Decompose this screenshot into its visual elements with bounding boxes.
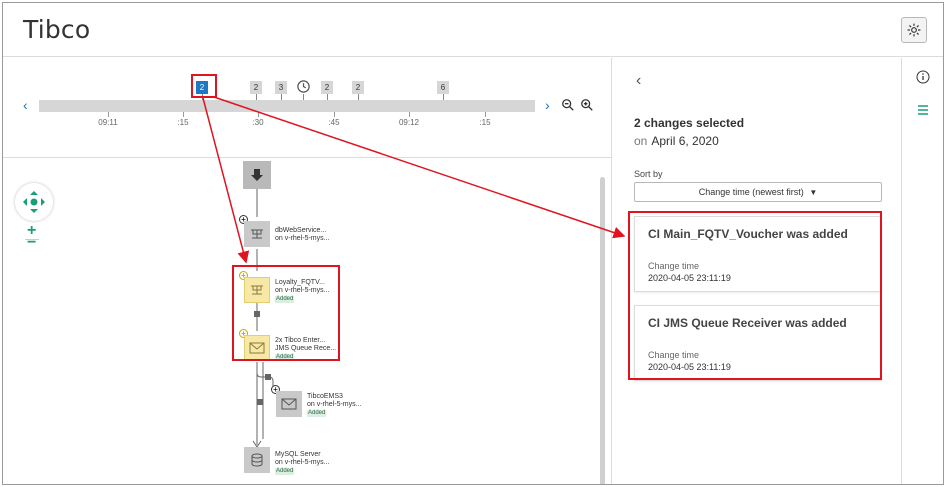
timeline-next-button[interactable]: › [545, 97, 550, 113]
caret-down-icon: ▼ [809, 188, 818, 197]
timeline-tick [409, 112, 410, 117]
node-host: JMS Queue Rece... [275, 345, 337, 352]
header: Tibco [3, 3, 943, 57]
changes-detail-panel: ‹ 2 changes selected on April 6, 2020 Sor… [611, 58, 901, 484]
topology-panel: ‹ › 09:11 :15 :30 :45 09:12 :15 2 2 3 2 … [3, 58, 611, 484]
node-name: MySQL Server [275, 451, 321, 458]
side-rail [901, 58, 943, 484]
sort-value: Change time (newest first) [698, 187, 804, 197]
envelope-icon [249, 342, 265, 354]
timeline-marker[interactable]: 2 [250, 81, 262, 94]
graph-node-loyalty-fqtv[interactable] [244, 277, 270, 303]
timeline-marker-stem [303, 94, 304, 100]
zoom-in-icon[interactable] [580, 98, 594, 112]
change-card[interactable]: CI JMS Queue Receiver was added Change t… [634, 305, 882, 381]
timeline-tick [108, 112, 109, 117]
node-label: TibcoEMS3 on v-rhel-5-mys... Added [307, 393, 361, 417]
graph-edges [252, 189, 274, 448]
timeline-marker-stem [358, 94, 359, 100]
timeline-tick-label: :45 [328, 118, 340, 127]
timeline-tick-label: 09:11 [98, 118, 118, 127]
timeline-tick-label: :15 [177, 118, 189, 127]
change-time-value: 2020-04-05 23:11:19 [648, 362, 731, 372]
info-icon[interactable] [916, 70, 930, 84]
selection-date: on April 6, 2020 [634, 134, 719, 148]
list-icon[interactable] [917, 105, 929, 115]
chevron-left-icon[interactable]: ‹ [636, 72, 641, 90]
timeline-tick [485, 112, 486, 117]
timeline-tick-label: 09:12 [398, 118, 420, 127]
selection-title: 2 changes selected [634, 116, 745, 130]
app-window: Tibco ‹ › 09:11 :15 :30 :45 09:12:15 2 … [2, 2, 944, 485]
topology-graph[interactable]: + − + dbWebService... on v-rhel-5-mys...… [3, 159, 611, 484]
node-host: on v-rhel-5-mys... [275, 459, 330, 466]
sort-label: Sort by [634, 169, 663, 179]
node-name: TibcoEMS3 [307, 393, 343, 400]
change-time-label: Change time [648, 261, 700, 271]
graph-node-mysql[interactable] [244, 447, 270, 473]
page-title: Tibco [23, 15, 91, 44]
timeline-marker-stem [327, 94, 328, 100]
node-name: Loyalty_FQTV... [275, 279, 325, 286]
timeline-marker-stem [202, 94, 203, 100]
timeline-marker-stem [281, 94, 282, 100]
graph-root-node[interactable] [243, 161, 271, 189]
graph-node-dbwebservice[interactable] [244, 221, 270, 247]
graph-node-tibcoems3[interactable] [276, 391, 302, 417]
added-badge: Added [307, 410, 327, 417]
graph-node-tibco-enterprise[interactable] [244, 335, 270, 361]
timeline-marker[interactable]: 2 [352, 81, 364, 94]
timeline-marker[interactable]: 2 [321, 81, 333, 94]
date-value: April 6, 2020 [651, 134, 719, 148]
timeline-tick-label: :30 [252, 118, 264, 127]
date-prefix: on [634, 134, 648, 148]
node-label: 2x Tibco Enter... JMS Queue Rece... Adde… [275, 337, 336, 361]
change-time-label: Change time [648, 350, 700, 360]
change-card[interactable]: CI Main_FQTV_Voucher was added Change ti… [634, 216, 882, 292]
timeline-tick [334, 112, 335, 117]
node-name: dbWebService... [275, 227, 327, 234]
timeline-tick [183, 112, 184, 117]
timeline-bar[interactable] [39, 100, 535, 112]
timeline-tick-label: :15 [479, 118, 491, 127]
timeline-tick [258, 112, 259, 117]
added-badge: Added [275, 296, 295, 303]
node-name: 2x Tibco Enter... [275, 337, 326, 344]
settings-button[interactable] [901, 17, 927, 43]
zoom-out-icon[interactable] [561, 98, 575, 112]
timeline-marker-stem [256, 94, 257, 100]
down-arrow-icon [251, 169, 263, 181]
added-badge: Added [275, 354, 295, 361]
node-host: on v-rhel-5-mys... [275, 287, 330, 294]
sort-dropdown[interactable]: Change time (newest first) ▼ [634, 182, 882, 202]
timeline-marker-selected[interactable]: 2 [196, 81, 208, 94]
change-time-value: 2020-04-05 23:11:19 [648, 273, 731, 283]
node-label: dbWebService... on v-rhel-5-mys... [275, 227, 329, 243]
timeline-marker[interactable]: 6 [437, 81, 449, 94]
timeline-marker-stem [443, 94, 444, 100]
change-title: CI JMS Queue Receiver was added [648, 316, 847, 330]
timeline-prev-button[interactable]: ‹ [23, 97, 28, 113]
added-badge: Added [275, 468, 295, 475]
settings-gear-icon [907, 23, 921, 37]
timeline-marker[interactable]: 3 [275, 81, 287, 94]
database-icon [251, 453, 263, 467]
node-host: on v-rhel-5-mys... [275, 235, 330, 242]
timeline: ‹ › 09:11 :15 :30 :45 09:12 :15 2 2 3 2 … [3, 58, 611, 158]
service-node-icon [251, 285, 263, 295]
change-title: CI Main_FQTV_Voucher was added [648, 227, 848, 241]
node-label: MySQL Server on v-rhel-5-mys... Added [275, 451, 329, 475]
envelope-icon [281, 398, 297, 410]
node-label: Loyalty_FQTV... on v-rhel-5-mys... Added [275, 279, 329, 303]
service-node-icon [251, 229, 263, 239]
clock-icon[interactable] [296, 79, 311, 94]
node-host: on v-rhel-5-mys... [307, 401, 362, 408]
